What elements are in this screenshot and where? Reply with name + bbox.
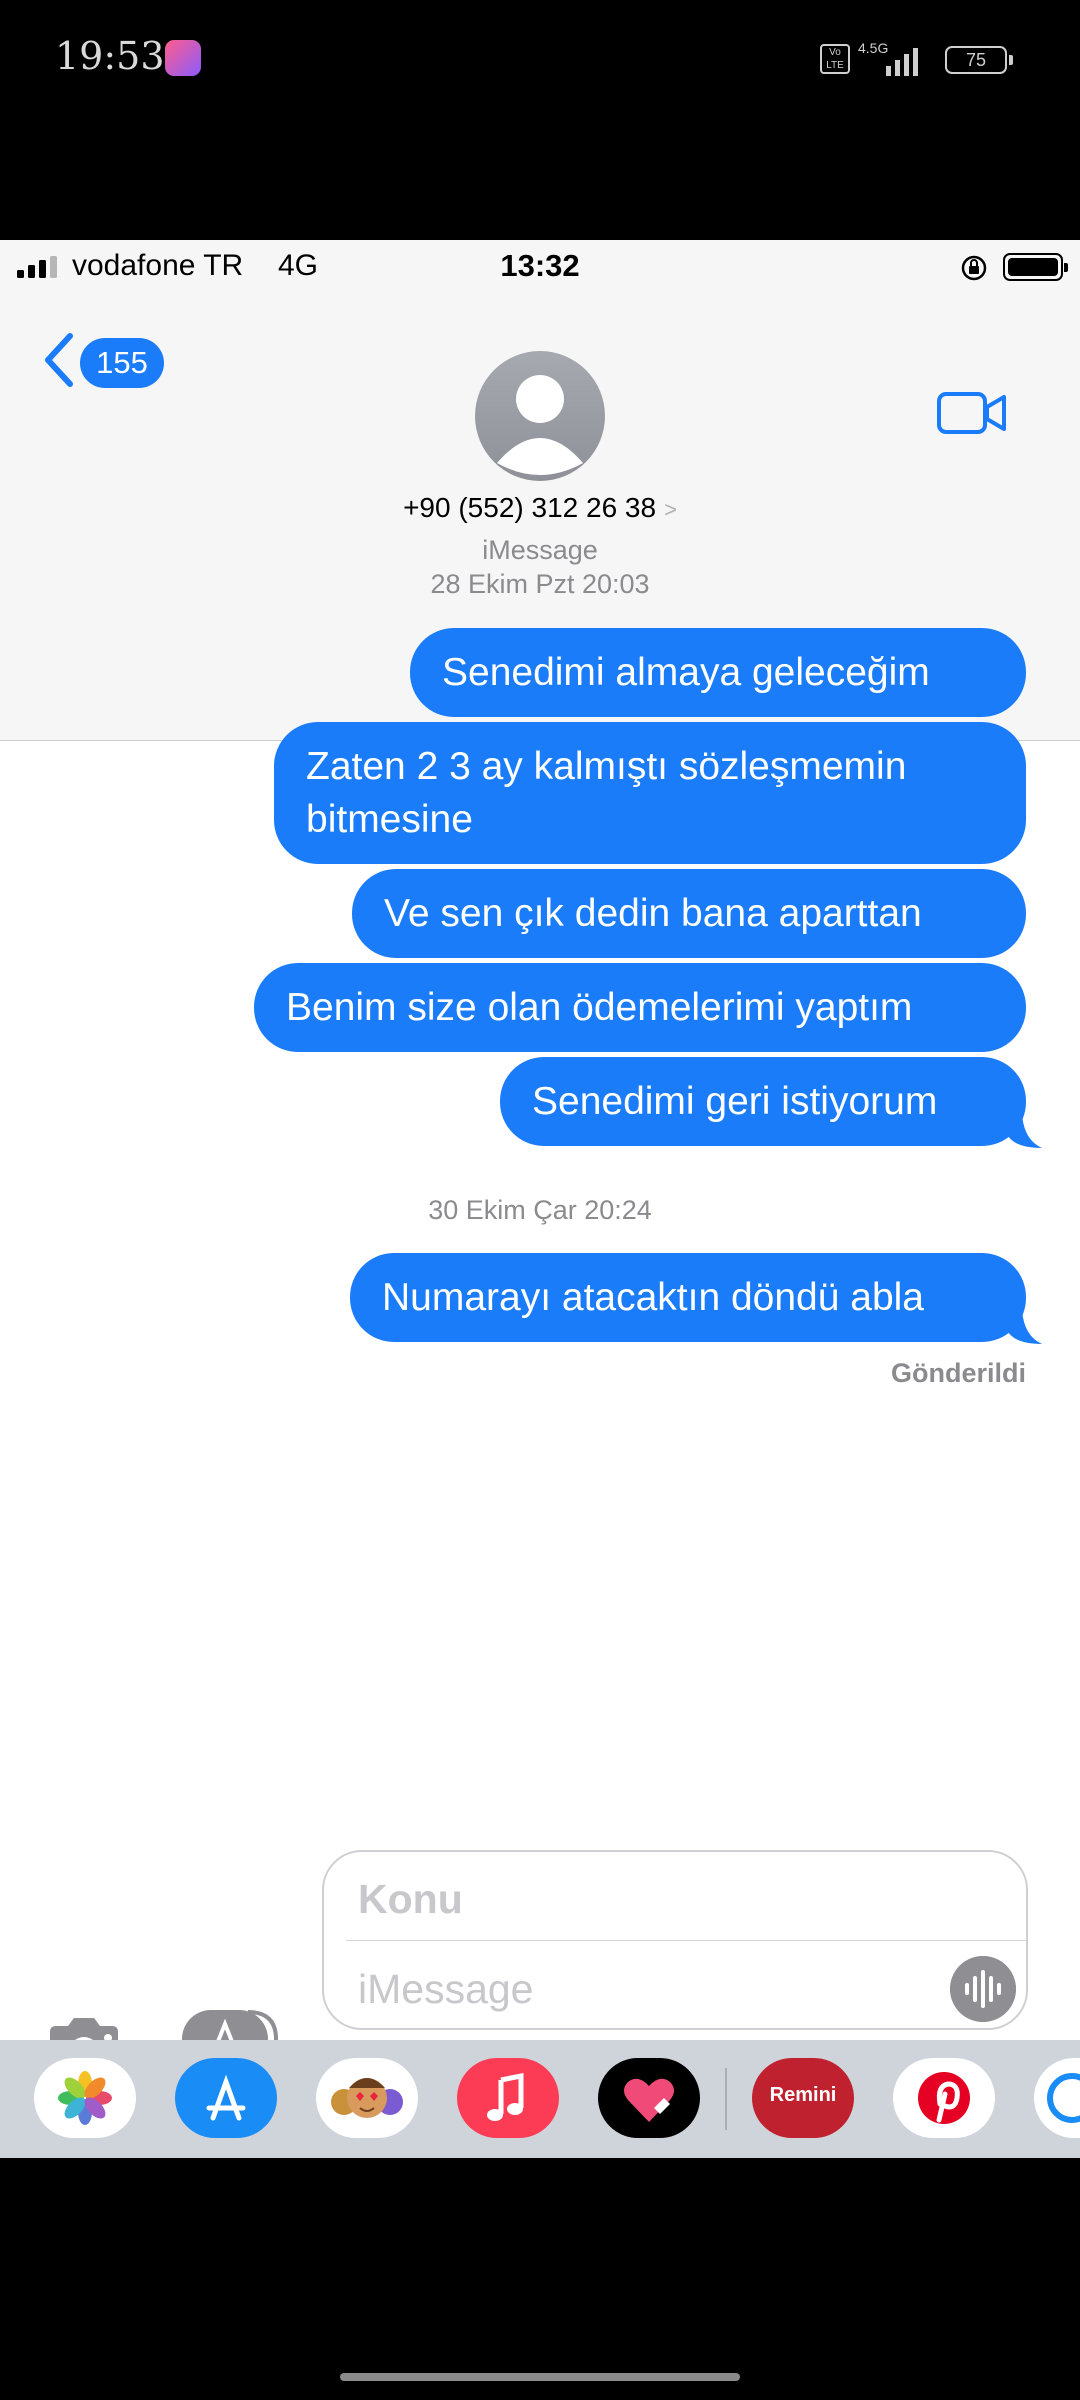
- message-text: Senedimi almaya geleceğim: [442, 651, 930, 694]
- partial-app-icon: [1047, 2073, 1080, 2123]
- photos-app-icon[interactable]: [34, 2058, 136, 2138]
- android-status-bar: 19:53 Vo LTE 4.5G 75: [0, 0, 1080, 240]
- remini-label: Remini: [769, 2084, 837, 2106]
- battery-icon: 75: [945, 46, 1013, 74]
- audio-message-icon[interactable]: [950, 1956, 1016, 2022]
- ios-clock: 13:32: [500, 248, 580, 283]
- message-input[interactable]: [356, 1958, 920, 2020]
- message-text: Benim size olan ödemelerimi yaptım: [286, 986, 913, 1029]
- drawer-divider: [725, 2068, 727, 2130]
- compose-field[interactable]: [322, 1850, 1028, 2030]
- signal-strength-icon: [886, 48, 918, 76]
- message-text: Numarayı atacaktın döndü abla: [382, 1276, 925, 1319]
- timestamp-label: 28 Ekim Pzt 20:03: [430, 569, 650, 599]
- contact-avatar[interactable]: [475, 351, 605, 481]
- imessage-app-drawer: Remini: [0, 2040, 1080, 2158]
- messages-screen: vodafone TR 4G 13:32 155 +90 (552) 312 2…: [0, 240, 1080, 2158]
- message-bubble[interactable]: Benim size olan ödemelerimi yaptım: [254, 963, 1026, 1052]
- app-store-icon[interactable]: [175, 2058, 277, 2138]
- pinterest-logo-icon: [918, 2072, 970, 2124]
- orientation-lock-icon: [961, 255, 987, 281]
- gesture-navigation-bar[interactable]: [340, 2373, 740, 2381]
- memoji-stickers-icon[interactable]: [316, 2058, 418, 2138]
- heart-icon: [624, 2078, 674, 2122]
- memoji-face-icon: [331, 2078, 403, 2118]
- person-icon: [497, 375, 583, 475]
- bubble-tail: [1008, 1310, 1042, 1344]
- music-app-icon[interactable]: [457, 2058, 559, 2138]
- contact-number: +90 (552) 312 26 38: [403, 492, 657, 523]
- digital-touch-icon[interactable]: [598, 2058, 700, 2138]
- message-text: Zaten 2 3 ay kalmıştı sözleşmemin bitmes…: [306, 745, 907, 841]
- notification-app-icon: [165, 40, 201, 76]
- more-apps-icon[interactable]: [1034, 2058, 1080, 2138]
- volte-icon: Vo LTE: [820, 44, 850, 74]
- message-bubble[interactable]: Numarayı atacaktın döndü abla: [350, 1253, 1026, 1342]
- bubble-tail: [1008, 1114, 1042, 1148]
- unread-count-badge: 155: [80, 338, 164, 388]
- service-label: iMessage: [482, 535, 598, 565]
- message-text: Ve sen çık dedin bana aparttan: [384, 892, 922, 935]
- android-clock: 19:53: [55, 34, 165, 78]
- contact-name[interactable]: +90 (552) 312 26 38 >: [0, 492, 1080, 524]
- subject-input[interactable]: [356, 1868, 1000, 1930]
- delivery-status: Gönderildi: [891, 1358, 1026, 1388]
- message-bubble[interactable]: Senedimi geri istiyorum: [500, 1057, 1026, 1146]
- chevron-left-icon: [45, 333, 73, 387]
- message-bubble[interactable]: Zaten 2 3 ay kalmıştı sözleşmemin bitmes…: [274, 722, 1026, 864]
- message-text: Senedimi geri istiyorum: [532, 1080, 938, 1123]
- photos-flower-icon: [58, 2071, 112, 2125]
- remini-app-icon[interactable]: Remini: [752, 2058, 854, 2138]
- message-bubble[interactable]: Senedimi almaya geleceğim: [410, 628, 1026, 717]
- ios-battery-icon: [1003, 253, 1068, 281]
- message-bubble[interactable]: Ve sen çık dedin bana aparttan: [352, 869, 1026, 958]
- music-note-icon: [487, 2072, 524, 2121]
- back-button[interactable]: 155: [40, 330, 170, 390]
- pinterest-app-icon[interactable]: [893, 2058, 995, 2138]
- facetime-video-icon[interactable]: [936, 388, 1008, 438]
- compose-divider: [346, 1940, 1026, 1941]
- timestamp-label: 30 Ekim Çar 20:24: [428, 1195, 652, 1225]
- ios-status-bar: vodafone TR 4G 13:32: [0, 240, 1080, 290]
- app-store-a-icon: [206, 2074, 246, 2121]
- chevron-right-icon: >: [664, 497, 677, 522]
